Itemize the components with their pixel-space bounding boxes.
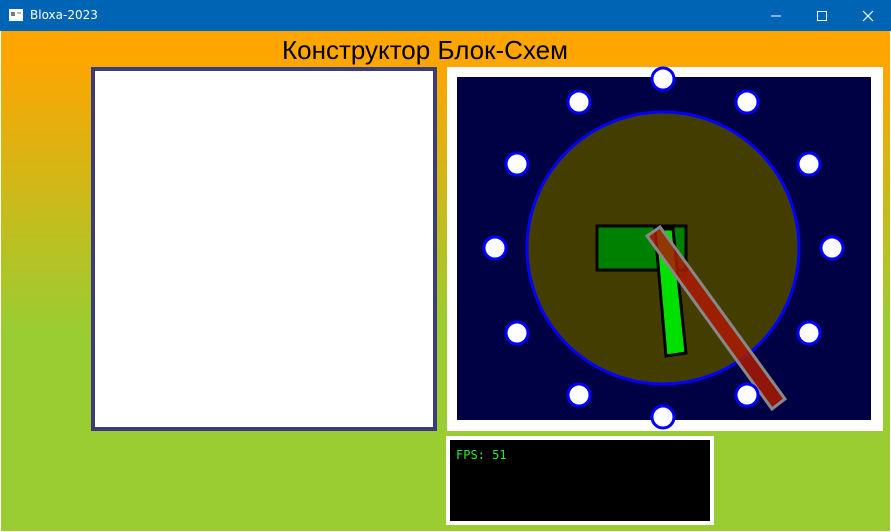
handle-point[interactable] <box>734 89 760 115</box>
scene-frame <box>447 66 883 431</box>
minimize-icon <box>771 15 781 17</box>
handle-point[interactable] <box>566 89 592 115</box>
handle-point[interactable] <box>566 382 592 408</box>
fps-counter: FPS: 51 <box>456 448 507 462</box>
handle-point[interactable] <box>650 66 676 92</box>
handle-point[interactable] <box>819 235 845 261</box>
handle-point[interactable] <box>482 235 508 261</box>
block-canvas[interactable] <box>91 67 437 431</box>
handle-point[interactable] <box>504 151 530 177</box>
close-icon <box>862 10 874 22</box>
app-icon <box>9 9 23 21</box>
close-button[interactable] <box>845 0 891 31</box>
window-title: Bloxa-2023 <box>30 8 98 22</box>
handle-point[interactable] <box>796 151 822 177</box>
handle-point[interactable] <box>796 320 822 346</box>
maximize-icon <box>817 11 827 21</box>
client-area: Конструктор Блок-Схем FPS: 51 <box>1 31 890 531</box>
app-window: Bloxa-2023 Конструктор Блок-Схем FPS: 51 <box>0 0 891 532</box>
console-panel: FPS: 51 <box>446 436 714 525</box>
handle-point[interactable] <box>734 382 760 408</box>
handle-point[interactable] <box>650 404 676 430</box>
scene-canvas[interactable] <box>457 66 871 430</box>
page-title: Конструктор Блок-Схем <box>281 35 568 65</box>
handle-point[interactable] <box>504 320 530 346</box>
title-bar[interactable]: Bloxa-2023 <box>0 0 891 31</box>
minimize-button[interactable] <box>753 0 799 31</box>
maximize-button[interactable] <box>799 0 845 31</box>
